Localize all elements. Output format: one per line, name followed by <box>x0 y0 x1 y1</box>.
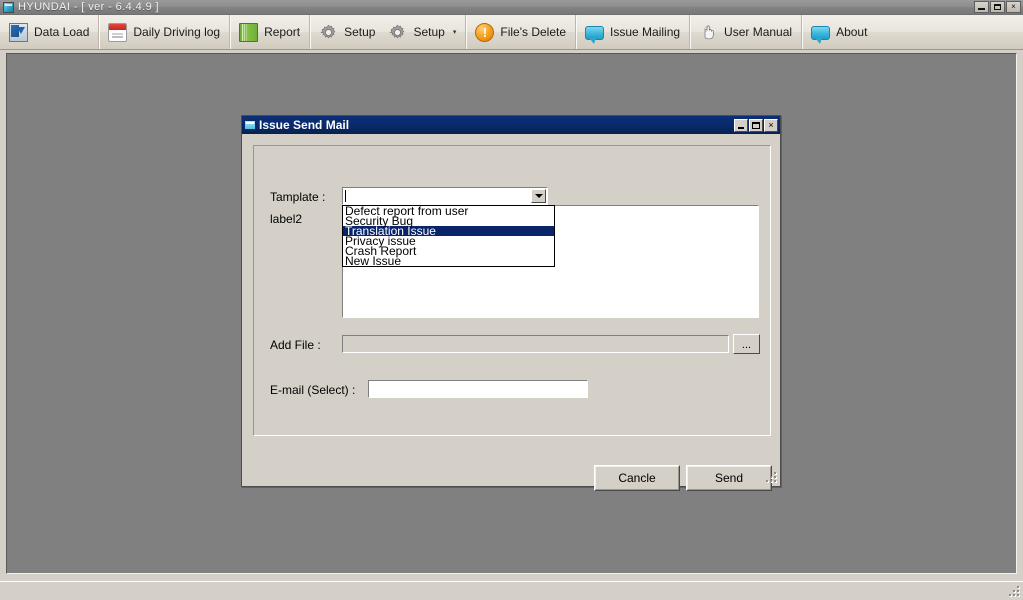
gear-icon <box>388 23 407 42</box>
hand-pointer-icon <box>699 23 718 42</box>
app-window-controls: × <box>974 1 1021 13</box>
close-icon: × <box>1011 2 1016 11</box>
chevron-down-icon[interactable] <box>531 189 546 203</box>
main-toolbar: Data Load Daily Driving log Report Setup <box>0 15 1023 50</box>
toolbar-label: Setup <box>344 25 376 39</box>
toolbar-button-setup[interactable]: Setup <box>310 15 379 49</box>
toolbar-label: Issue Mailing <box>610 25 681 39</box>
toolbar-label: Setup <box>413 25 445 39</box>
app-title: HYUNDAI - [ ver - 6.4.4.9 ] <box>18 1 160 13</box>
template-dropdown-list[interactable]: Defect report from user Security Bug Tra… <box>342 205 555 267</box>
app-titlebar: HYUNDAI - [ ver - 6.4.4.9 ] × <box>0 0 1023 15</box>
add-file-label: Add File : <box>270 338 321 352</box>
toolbar-button-data-load[interactable]: Data Load <box>0 15 100 49</box>
toolbar-label: User Manual <box>724 25 793 39</box>
notebook-icon <box>239 22 259 42</box>
application-window: HYUNDAI - [ ver - 6.4.4.9 ] × Data Load … <box>0 0 1023 600</box>
label2: label2 <box>270 212 303 226</box>
toolbar-button-report[interactable]: Report <box>230 15 311 49</box>
dialog-titlebar[interactable]: Issue Send Mail × <box>242 116 780 134</box>
exclamation-glyph: ! <box>482 24 488 40</box>
browse-file-button[interactable]: ... <box>733 334 760 354</box>
maximize-button[interactable] <box>990 1 1005 13</box>
close-button[interactable]: × <box>1006 1 1021 13</box>
minimize-button[interactable] <box>974 1 989 13</box>
dialog-close-button[interactable]: × <box>764 118 778 132</box>
ellipsis-icon: ... <box>741 339 752 351</box>
dropdown-item[interactable]: New Issue <box>343 255 554 267</box>
dialog-window-controls: × <box>734 118 778 132</box>
email-label: E-mail (Select) : <box>270 383 356 397</box>
toolbar-label: File's Delete <box>500 25 567 39</box>
form-panel: Tamplate : label2 Defect report from use… <box>253 145 771 436</box>
issue-send-mail-dialog: Issue Send Mail × Tamplate : label2 Defe… <box>241 115 781 491</box>
toolbar-button-daily-driving-log[interactable]: Daily Driving log <box>99 15 231 49</box>
status-bar <box>0 581 1023 600</box>
toolbar-label: About <box>836 25 868 39</box>
window-icon <box>244 120 256 130</box>
add-file-input[interactable] <box>342 335 729 353</box>
send-button-label: Send <box>714 471 744 485</box>
monitor-download-icon <box>9 22 28 42</box>
template-label: Tamplate : <box>270 190 326 204</box>
gear-icon <box>319 23 338 42</box>
toolbar-label: Data Load <box>34 25 90 39</box>
client-area: Issue Send Mail × Tamplate : label2 Defe… <box>0 50 1023 581</box>
cancel-button[interactable]: Cancle <box>594 465 680 491</box>
email-select-input[interactable] <box>368 380 588 398</box>
speech-bubble-icon <box>585 26 605 44</box>
toolbar-button-user-manual[interactable]: User Manual <box>690 15 803 49</box>
mdi-workspace: Issue Send Mail × Tamplate : label2 Defe… <box>6 53 1017 574</box>
warning-icon: ! <box>475 22 495 42</box>
toolbar-button-about[interactable]: About <box>802 15 876 49</box>
toolbar-label: Daily Driving log <box>133 25 221 39</box>
dialog-resize-grip[interactable] <box>766 472 778 484</box>
speech-bubble-icon <box>811 26 831 44</box>
toolbar-button-setup-dropdown[interactable]: Setup ▾ <box>379 15 467 49</box>
dialog-title: Issue Send Mail <box>259 118 350 132</box>
toolbar-label: Report <box>264 25 301 39</box>
send-button[interactable]: Send <box>686 465 772 491</box>
toolbar-button-files-delete[interactable]: ! File's Delete <box>466 15 577 49</box>
cancel-button-label: Cancle <box>618 471 656 485</box>
template-combobox[interactable] <box>342 187 548 205</box>
text-cursor <box>345 190 346 202</box>
chevron-down-icon[interactable]: ▾ <box>453 29 457 36</box>
dialog-maximize-button[interactable] <box>749 118 763 132</box>
dialog-body: Tamplate : label2 Defect report from use… <box>242 134 780 491</box>
dialog-minimize-button[interactable] <box>734 118 748 132</box>
app-icon <box>3 1 14 13</box>
close-icon: × <box>768 119 774 130</box>
toolbar-button-issue-mailing[interactable]: Issue Mailing <box>576 15 691 49</box>
calendar-icon <box>108 22 128 42</box>
window-resize-grip[interactable] <box>1009 586 1021 598</box>
